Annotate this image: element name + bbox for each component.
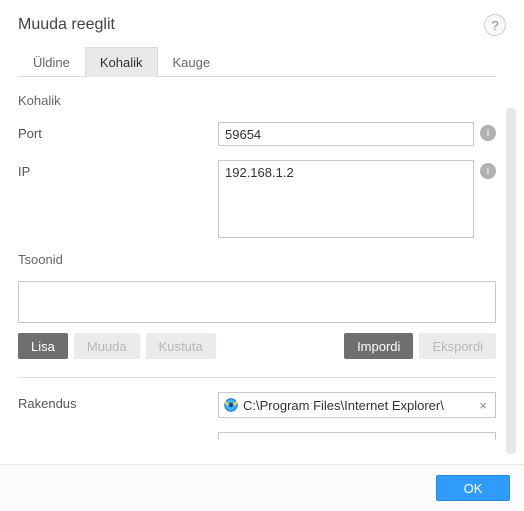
internet-explorer-icon [223,397,239,413]
info-icon-ip[interactable]: i [480,163,496,179]
label-zones: Tsoonid [18,252,496,267]
input-ip[interactable] [218,160,474,238]
export-button: Ekspordi [419,333,496,359]
row-ip: IP i [18,160,496,238]
content-scroll: Üldine Kohalik Kauge Kohalik Port i IP i [18,46,502,464]
application-path: C:\Program Files\Internet Explorer\ [243,398,471,413]
tab-remote[interactable]: Kauge [158,47,226,77]
label-application: Rakendus [18,392,218,411]
content-wrap: Üldine Kohalik Kauge Kohalik Port i IP i [0,46,524,464]
edit-button: Muuda [74,333,140,359]
clear-application-icon[interactable]: × [475,398,491,413]
dialog-modify-rule: Muuda reeglit ? Üldine Kohalik Kauge Koh… [0,0,524,511]
import-button[interactable]: Impordi [344,333,413,359]
row-partial [18,432,496,440]
next-field-partial [218,432,496,440]
help-icon[interactable]: ? [484,14,506,36]
tab-local[interactable]: Kohalik [85,47,158,77]
input-port[interactable] [218,122,474,146]
dialog-header: Muuda reeglit ? [0,0,524,46]
row-port: Port i [18,122,496,146]
add-button[interactable]: Lisa [18,333,68,359]
scrollbar[interactable] [506,108,516,454]
tab-bar: Üldine Kohalik Kauge [18,46,496,77]
row-application: Rakendus C:\Program Files\Internet Explo… [18,392,496,418]
tab-general[interactable]: Üldine [18,47,85,77]
zones-listbox[interactable] [18,281,496,323]
label-ip: IP [18,160,218,179]
divider [18,377,496,378]
application-field[interactable]: C:\Program Files\Internet Explorer\ × [218,392,496,418]
dialog-title: Muuda reeglit [18,16,115,34]
section-heading: Kohalik [18,93,496,108]
ok-button[interactable]: OK [436,475,510,501]
zones-button-row: Lisa Muuda Kustuta Impordi Ekspordi [18,333,496,359]
info-icon-port[interactable]: i [480,125,496,141]
dialog-footer: OK [0,464,524,511]
label-port: Port [18,122,218,141]
delete-button: Kustuta [146,333,216,359]
